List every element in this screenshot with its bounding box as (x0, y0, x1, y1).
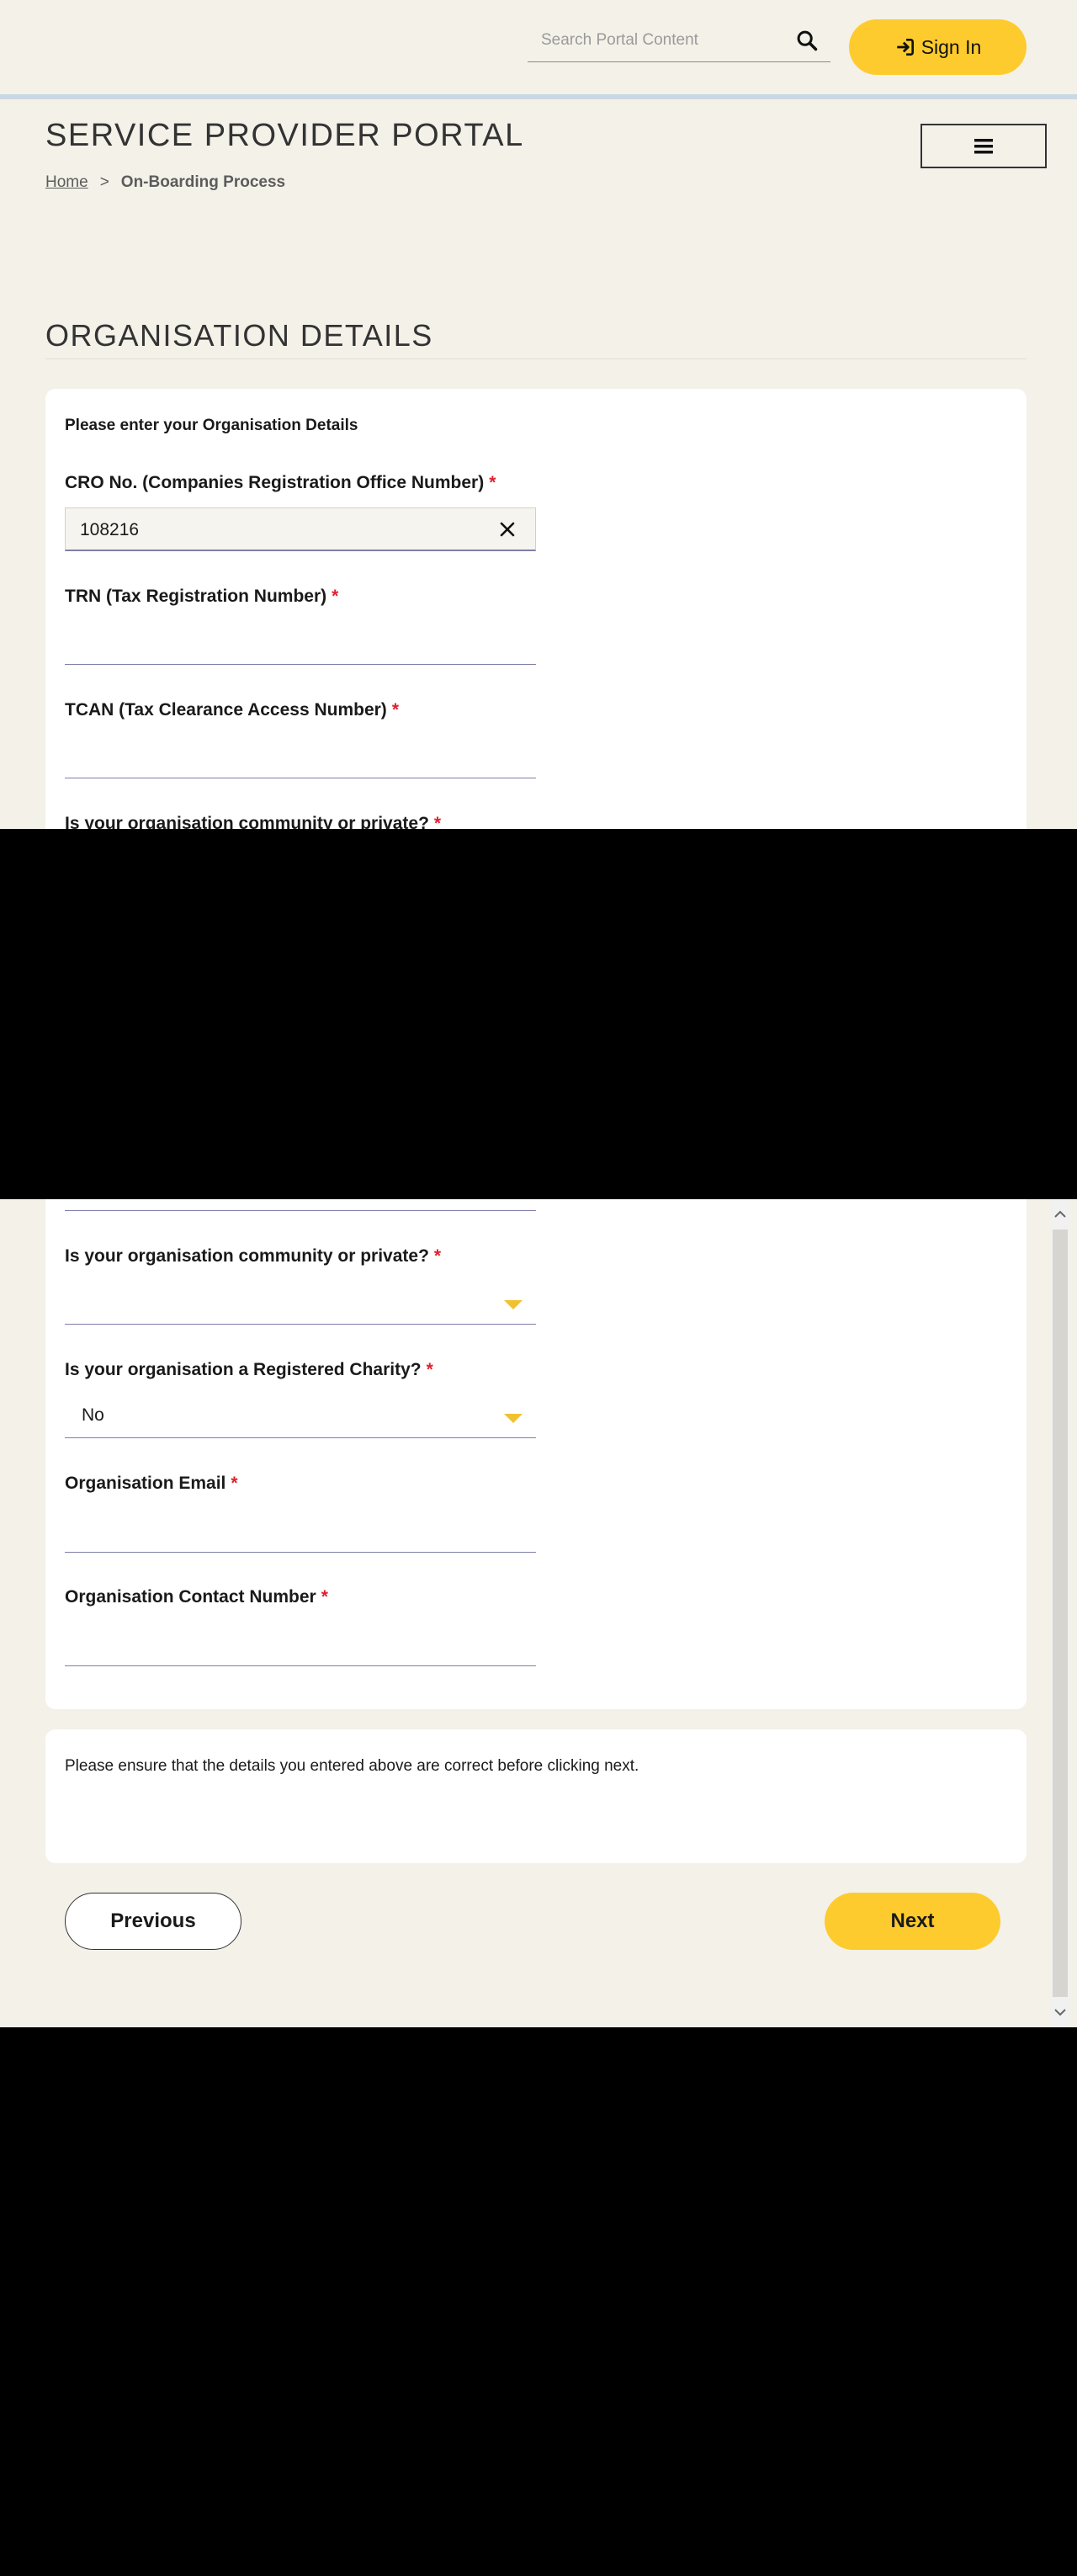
tcan-label: TCAN (Tax Clearance Access Number) * (65, 700, 399, 720)
trn-label: TRN (Tax Registration Number) * (65, 587, 338, 607)
tcan-label-text: TCAN (Tax Clearance Access Number) (65, 700, 387, 720)
portal-title: SERVICE PROVIDER PORTAL (45, 118, 524, 153)
required-marker: * (332, 587, 339, 606)
trn-label-text: TRN (Tax Registration Number) (65, 587, 327, 606)
sign-in-icon (896, 39, 914, 56)
required-marker: * (426, 1360, 433, 1379)
email-label-text: Organisation Email (65, 1474, 226, 1493)
required-marker: * (489, 473, 496, 492)
next-button[interactable]: Next (825, 1893, 1000, 1950)
cro-field (65, 507, 536, 551)
cro-label: CRO No. (Companies Registration Office N… (65, 473, 496, 493)
search-bar (528, 19, 830, 62)
tcan-input[interactable] (65, 738, 536, 775)
trn-input[interactable] (65, 624, 536, 661)
required-marker: * (321, 1587, 328, 1607)
chevron-down-icon (504, 1414, 523, 1423)
scroll-up-icon[interactable] (1052, 1206, 1069, 1223)
page-top-section: Sign In SERVICE PROVIDER PORTAL Home > O… (0, 0, 1077, 829)
email-label: Organisation Email * (65, 1474, 238, 1494)
notice-card (45, 1729, 1027, 1863)
form-intro: Please enter your Organisation Details (65, 417, 358, 434)
scroll-down-icon[interactable] (1052, 2004, 1069, 2021)
clear-icon[interactable] (498, 520, 517, 539)
charity-underline (65, 1437, 536, 1438)
community-label-text: Is your organisation community or privat… (65, 1246, 429, 1266)
charity-select-value: No (82, 1405, 104, 1425)
previous-button[interactable]: Previous (65, 1893, 241, 1950)
trn-underline (65, 664, 536, 665)
contact-label-text: Organisation Contact Number (65, 1587, 316, 1607)
header-divider (0, 94, 1077, 99)
cro-input[interactable] (80, 518, 484, 543)
search-icon[interactable] (795, 29, 819, 52)
contact-underline (65, 1665, 536, 1666)
charity-label: Is your organisation a Registered Charit… (65, 1360, 433, 1380)
charity-label-text: Is your organisation a Registered Charit… (65, 1360, 422, 1379)
contact-label: Organisation Contact Number * (65, 1587, 328, 1607)
sign-in-label: Sign In (920, 35, 982, 58)
required-marker: * (231, 1474, 238, 1493)
community-label: Is your organisation community or privat… (65, 1246, 441, 1267)
charity-select[interactable]: No (65, 1399, 536, 1436)
breadcrumb-separator: > (99, 173, 109, 191)
scrollbar-thumb[interactable] (1053, 1230, 1068, 1997)
required-marker: * (391, 700, 399, 720)
search-input[interactable] (541, 27, 785, 54)
email-input[interactable] (65, 1512, 536, 1549)
email-underline (65, 1552, 536, 1553)
hamburger-icon (974, 138, 993, 153)
community-underline (65, 1324, 536, 1325)
breadcrumb-current: On-Boarding Process (120, 173, 286, 191)
community-label-partial-text: Is your organisation community or privat… (65, 814, 429, 829)
community-label-partial: Is your organisation community or privat… (65, 814, 441, 829)
breadcrumb: Home > On-Boarding Process (45, 173, 285, 192)
chevron-down-icon (504, 1300, 523, 1309)
section-title: ORGANISATION DETAILS (45, 318, 433, 353)
breadcrumb-home-link[interactable]: Home (45, 173, 88, 192)
tcan-underline-continued (65, 1210, 536, 1211)
community-select[interactable] (65, 1285, 536, 1322)
contact-input[interactable] (65, 1626, 536, 1663)
required-marker: * (433, 814, 442, 829)
cro-label-text: CRO No. (Companies Registration Office N… (65, 473, 485, 492)
notice-text: Please ensure that the details you enter… (65, 1757, 639, 1775)
menu-button[interactable] (920, 124, 1047, 168)
required-marker: * (433, 1246, 442, 1266)
sign-in-button[interactable]: Sign In (849, 19, 1027, 75)
page-bottom-section: Is your organisation community or privat… (0, 1199, 1077, 2027)
